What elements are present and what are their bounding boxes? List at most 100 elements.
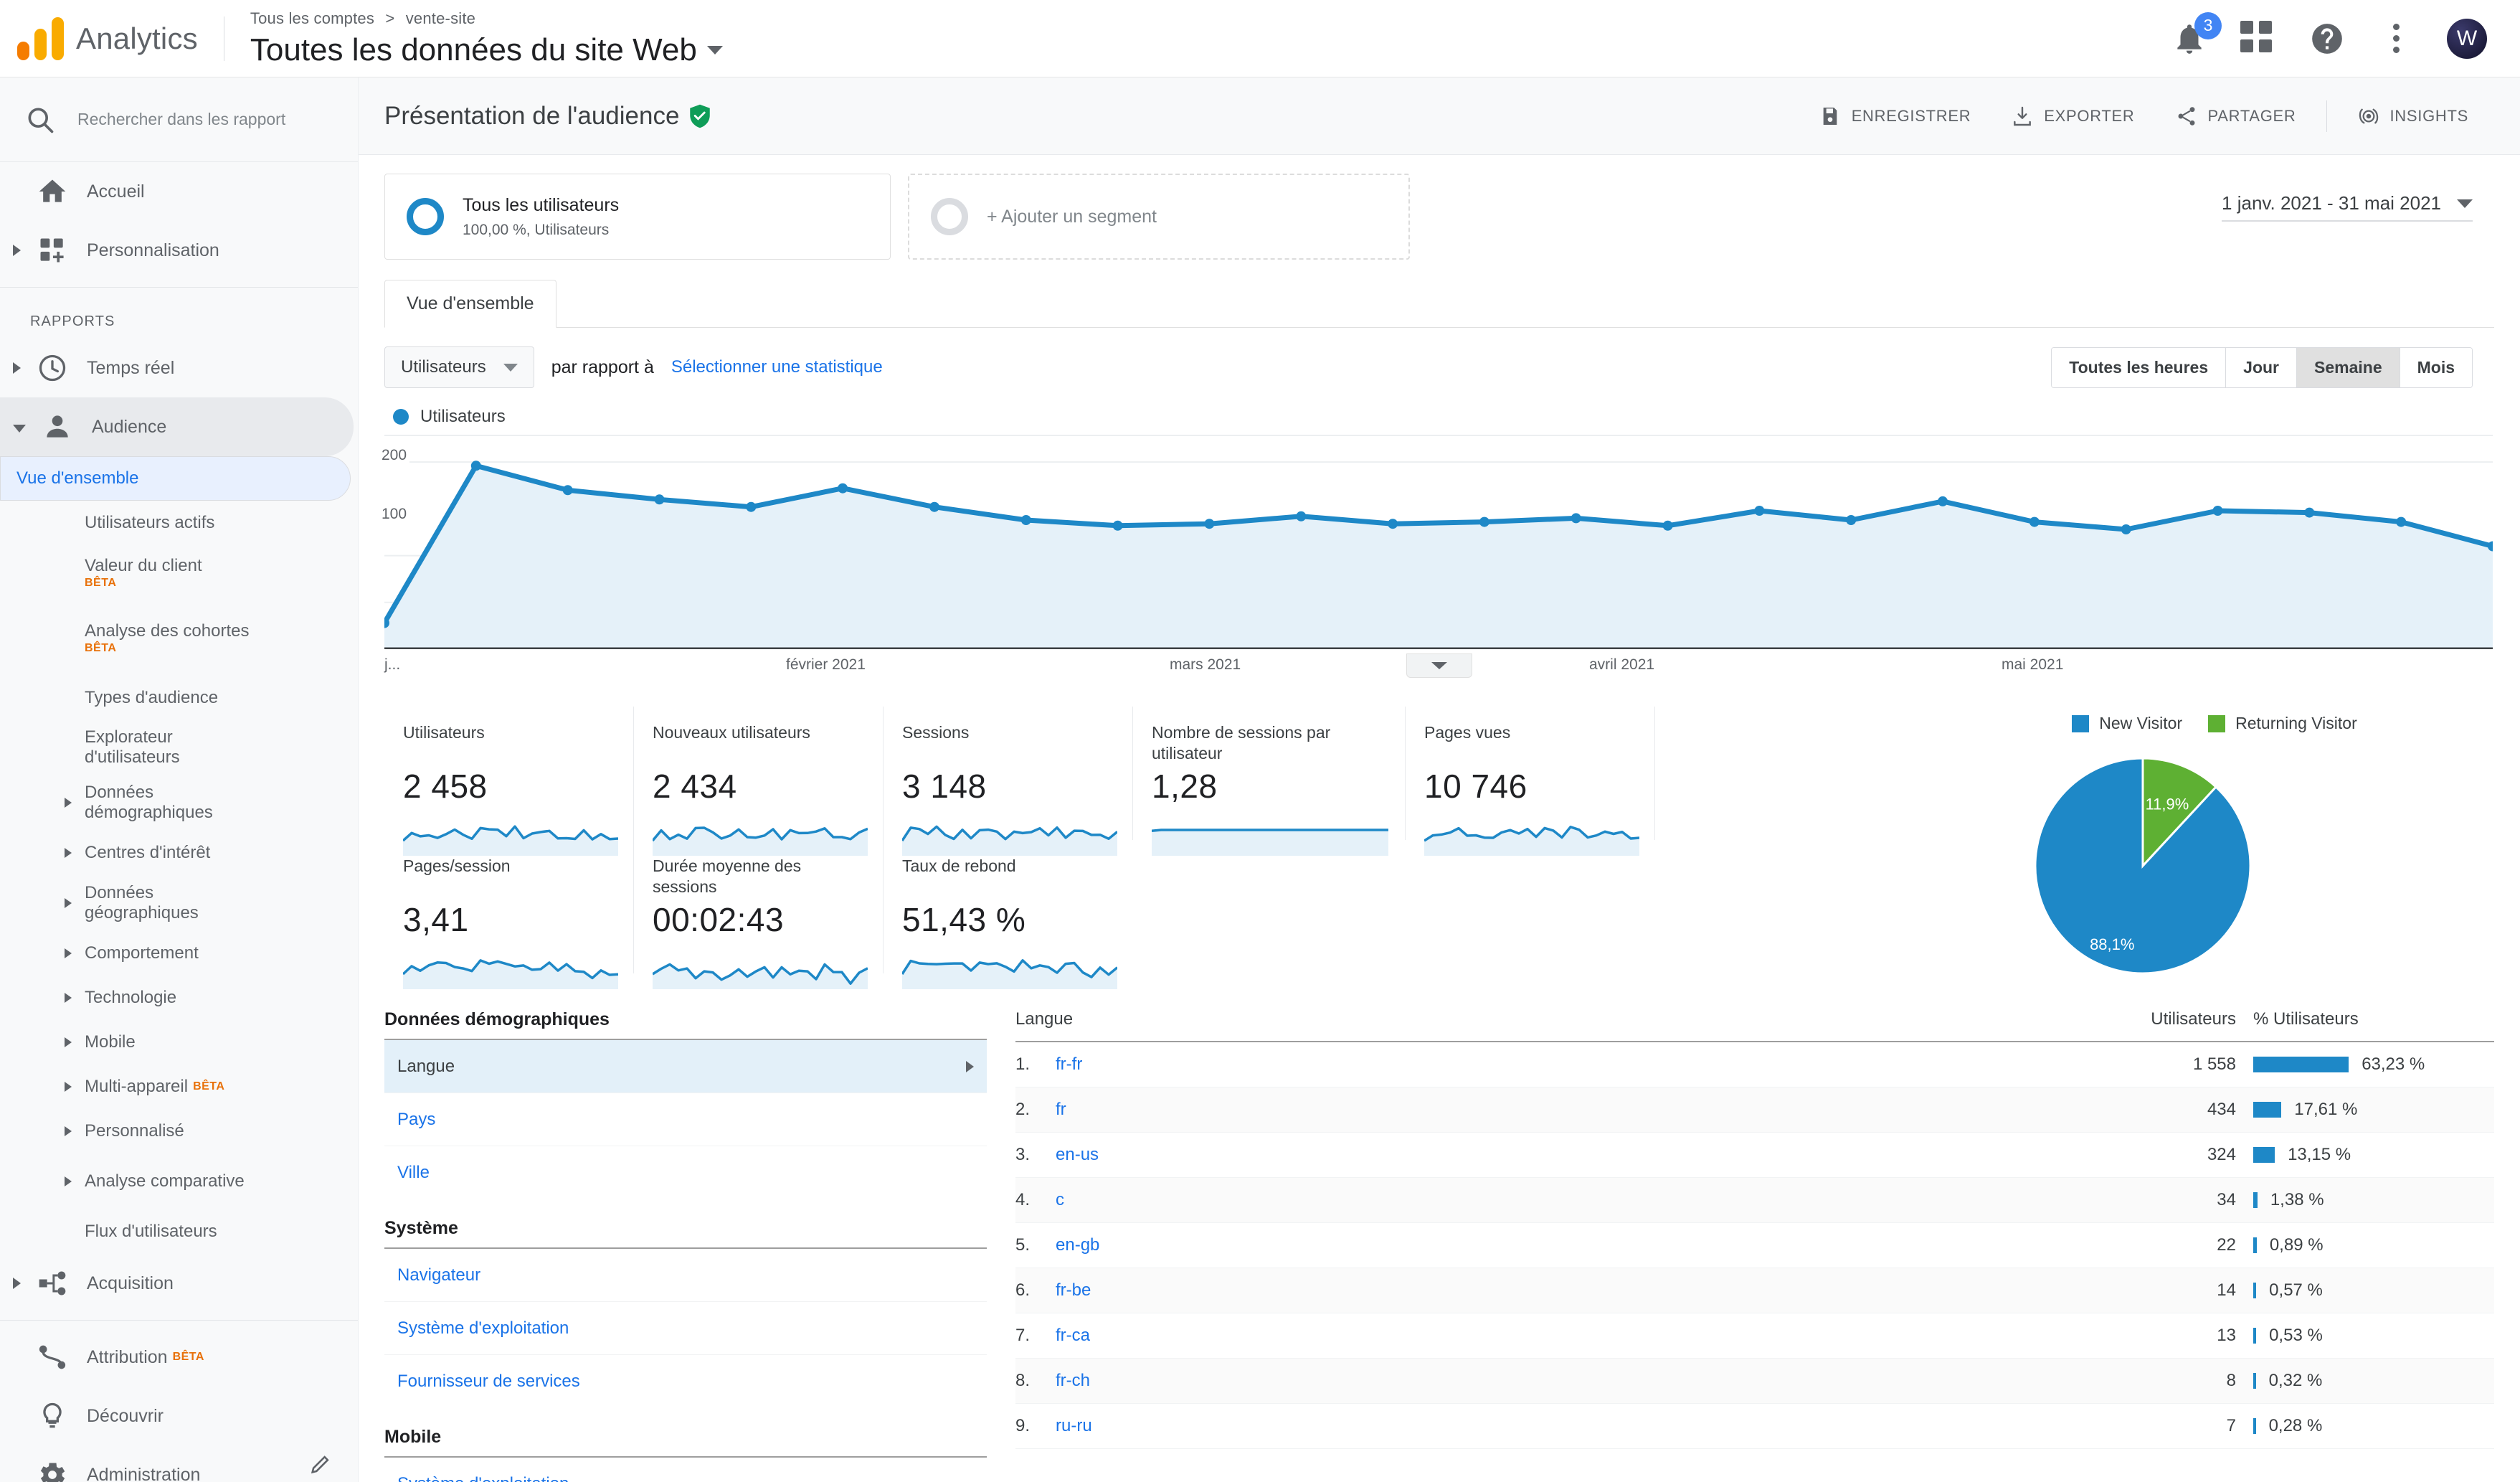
table-row[interactable]: 3. en-us 324 13,15 %	[1015, 1133, 2494, 1178]
table-row[interactable]: 8. fr-ch 8 0,32 %	[1015, 1359, 2494, 1404]
sidebar-subitem-user-explorer[interactable]: Explorateur d'utilisateurs	[0, 720, 358, 775]
sidebar-subitem-mobile[interactable]: Mobile	[0, 1020, 358, 1065]
table-row[interactable]: 6. fr-be 14 0,57 %	[1015, 1268, 2494, 1313]
dimension-item-pays[interactable]: Pays	[384, 1093, 987, 1146]
sidebar-subitem-label: Flux d'utilisateurs	[85, 1221, 217, 1241]
row-language[interactable]: c	[1056, 1190, 2085, 1210]
table-row[interactable]: 2. fr 434 17,61 %	[1015, 1087, 2494, 1133]
date-range-picker[interactable]: 1 janv. 2021 - 31 mai 2021	[2222, 192, 2473, 222]
granularity-week[interactable]: Semaine	[2297, 347, 2400, 387]
sidebar-item-attribution[interactable]: Attribution BÊTA	[0, 1328, 358, 1387]
breadcrumb-property[interactable]: vente-site	[406, 9, 475, 27]
column-header-percent[interactable]: % Utilisateurs	[2236, 1009, 2494, 1029]
dimension-item-mobile-os[interactable]: Système d'exploitation	[384, 1458, 987, 1482]
row-language[interactable]: fr-be	[1056, 1280, 2085, 1301]
edit-pencil-icon[interactable]	[308, 1452, 333, 1476]
sidebar-subitem-behavior[interactable]: Comportement	[0, 931, 358, 976]
sidebar-item-label: Personnalisation	[87, 240, 219, 260]
percent-text: 63,23 %	[2362, 1054, 2425, 1074]
metric-card-sessions[interactable]: Sessions 3 148	[884, 707, 1133, 856]
metric-value: 51,43 %	[902, 901, 1026, 938]
table-header-row: Langue Utilisateurs % Utilisateurs	[1015, 1009, 2494, 1042]
sidebar-subitem-custom[interactable]: Personnalisé	[0, 1109, 358, 1153]
sidebar-item-home[interactable]: Accueil	[0, 162, 358, 221]
metric-card-bounce-rate[interactable]: Taux de rebond 51,43 %	[884, 840, 1133, 989]
dimension-item-ville[interactable]: Ville	[384, 1146, 987, 1199]
sidebar-subitem-label: Centres d'intérêt	[85, 842, 211, 862]
column-header-language[interactable]: Langue	[1015, 1009, 2085, 1029]
segment-all-users[interactable]: Tous les utilisateurs 100,00 %, Utilisat…	[384, 174, 891, 260]
tab-overview[interactable]: Vue d'ensemble	[384, 280, 556, 328]
table-row[interactable]: 9. ru-ru 7 0,28 %	[1015, 1404, 2494, 1449]
pie-chart-svg[interactable]: 88,1% 11,9%	[1992, 733, 2293, 977]
row-rank: 4.	[1015, 1190, 1031, 1209]
sidebar-item-customization[interactable]: Personnalisation	[0, 221, 358, 280]
metric-card-avg-session-duration[interactable]: Durée moyenne des sessions 00:02:43	[634, 840, 884, 989]
verified-shield-icon	[689, 104, 711, 128]
breadcrumb-all-accounts[interactable]: Tous les comptes	[250, 9, 374, 27]
sidebar-subitem-users-flow[interactable]: Flux d'utilisateurs	[0, 1209, 358, 1254]
sidebar-subitem-demographics[interactable]: Données démographiques	[0, 775, 358, 831]
table-row[interactable]: 5. en-gb 22 0,89 %	[1015, 1223, 2494, 1268]
sidebar-subitem-interests[interactable]: Centres d'intérêt	[0, 831, 358, 875]
pie-legend-new[interactable]: New Visitor	[2072, 714, 2182, 733]
metric-card-users[interactable]: Utilisateurs 2 458	[384, 707, 634, 856]
granularity-hourly[interactable]: Toutes les heures	[2052, 347, 2227, 387]
column-header-users[interactable]: Utilisateurs	[2085, 1009, 2236, 1029]
table-row[interactable]: 1. fr-fr 1 558 63,23 %	[1015, 1042, 2494, 1087]
granularity-month[interactable]: Mois	[2400, 347, 2472, 387]
sidebar-subitem-active-users[interactable]: Utilisateurs actifs	[0, 501, 358, 545]
sidebar-subitem-benchmarking[interactable]: Analyse comparative	[0, 1153, 358, 1209]
help-icon[interactable]	[2309, 21, 2345, 57]
row-language[interactable]: ru-ru	[1056, 1416, 2085, 1436]
sidebar-item-admin[interactable]: Administration	[0, 1445, 358, 1482]
metric-card-pageviews[interactable]: Pages vues 10 746	[1406, 707, 1655, 856]
select-metric-link[interactable]: Sélectionner une statistique	[671, 357, 883, 377]
metric-card-pages-per-session[interactable]: Pages/session 3,41	[384, 840, 634, 989]
property-selector[interactable]: Toutes les données du site Web	[250, 32, 723, 68]
dimension-item-navigateur[interactable]: Navigateur	[384, 1249, 987, 1302]
dimension-item-service-provider[interactable]: Fournisseur de services	[384, 1355, 987, 1408]
share-button[interactable]: PARTAGER	[2155, 105, 2316, 128]
metric-value: 2 434	[653, 768, 737, 805]
row-language[interactable]: fr-ch	[1056, 1371, 2085, 1391]
save-button[interactable]: ENREGISTRER	[1799, 105, 1991, 128]
insights-button[interactable]: INSIGHTS	[2337, 105, 2489, 128]
sidebar-subitem-overview[interactable]: Vue d'ensemble	[0, 456, 351, 501]
metrics-and-pie: Utilisateurs 2 458 Nouveaux utilisateurs…	[359, 685, 2520, 989]
dimension-item-langue[interactable]: Langue	[384, 1040, 987, 1093]
dimension-item-os[interactable]: Système d'exploitation	[384, 1302, 987, 1355]
more-options-icon[interactable]	[2378, 21, 2414, 57]
row-language[interactable]: fr-ca	[1056, 1326, 2085, 1346]
sidebar-item-audience[interactable]: Audience	[0, 397, 354, 456]
metric-card-sessions-per-user[interactable]: Nombre de sessions par utilisateur 1,28	[1133, 707, 1406, 856]
table-row[interactable]: 4. c 34 1,38 %	[1015, 1178, 2494, 1223]
percent-text: 1,38 %	[2270, 1190, 2324, 1209]
notifications-bell-icon[interactable]: 3	[2171, 11, 2222, 57]
row-language[interactable]: en-us	[1056, 1145, 2085, 1165]
export-button[interactable]: EXPORTER	[1991, 105, 2154, 128]
row-language[interactable]: fr	[1056, 1100, 2085, 1120]
metric-select[interactable]: Utilisateurs	[384, 346, 534, 388]
table-row[interactable]: 7. fr-ca 13 0,53 %	[1015, 1313, 2494, 1359]
row-language[interactable]: en-gb	[1056, 1235, 2085, 1255]
row-language[interactable]: fr-fr	[1056, 1054, 2085, 1075]
sidebar-item-discover[interactable]: Découvrir	[0, 1387, 358, 1445]
sidebar-item-acquisition[interactable]: Acquisition	[0, 1254, 358, 1313]
sidebar-subitem-cross-device[interactable]: Multi-appareil BÊTA	[0, 1065, 358, 1109]
sidebar-subitem-technology[interactable]: Technologie	[0, 976, 358, 1020]
users-line-chart[interactable]: 200 100	[379, 434, 2498, 678]
metric-value: 00:02:43	[653, 901, 785, 938]
apps-grid-icon[interactable]	[2240, 20, 2276, 57]
sidebar-item-realtime[interactable]: Temps réel	[0, 339, 358, 397]
add-segment-button[interactable]: + Ajouter un segment	[908, 174, 1410, 260]
avatar[interactable]: W	[2447, 18, 2487, 59]
sidebar-subitem-geo[interactable]: Données géographiques	[0, 875, 358, 931]
metric-card-new-users[interactable]: Nouveaux utilisateurs 2 434	[634, 707, 884, 856]
sidebar-subitem-lifetime-value[interactable]: Valeur du client BÊTA	[0, 545, 358, 601]
pie-legend-returning[interactable]: Returning Visitor	[2208, 714, 2357, 733]
granularity-day[interactable]: Jour	[2226, 347, 2297, 387]
search-reports-field[interactable]: Rechercher dans les rapport	[0, 77, 358, 162]
sidebar-subitem-audiences[interactable]: Types d'audience	[0, 676, 358, 720]
sidebar-subitem-cohort-analysis[interactable]: Analyse des cohortes BÊTA	[0, 601, 358, 676]
